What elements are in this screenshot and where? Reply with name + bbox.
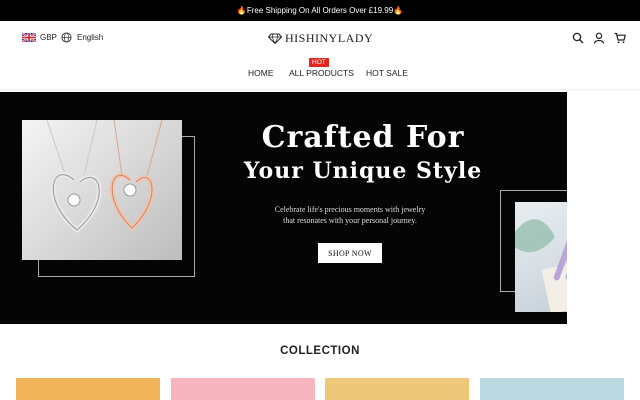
account-icon[interactable] bbox=[593, 31, 605, 44]
collection-tile[interactable] bbox=[16, 378, 160, 400]
banner-headline: Crafted For Your Unique Style bbox=[218, 120, 508, 186]
main-navigation: HOT HOME ALL PRODUCTS HOT SALE bbox=[0, 58, 640, 90]
nav-home[interactable]: HOME bbox=[248, 68, 274, 78]
header: GBP English HISHINYLADY bbox=[0, 21, 640, 56]
announcement-text: Free Shipping On All Orders Over £19.99 bbox=[246, 6, 394, 15]
announcement-bar: 🔥 Free Shipping On All Orders Over £19.9… bbox=[0, 0, 640, 21]
currency-selector[interactable]: GBP bbox=[22, 33, 57, 42]
logo-text: HISHINYLADY bbox=[285, 31, 374, 45]
subtext-line-1: Celebrate life's precious moments with j… bbox=[274, 205, 426, 214]
diamond-icon bbox=[268, 33, 282, 44]
language-label: English bbox=[77, 33, 104, 42]
collection-tile[interactable] bbox=[171, 378, 315, 400]
cart-icon[interactable] bbox=[614, 31, 626, 44]
hot-badge: HOT bbox=[309, 58, 329, 67]
fire-icon: 🔥 bbox=[236, 6, 247, 15]
headline-line-2: Your Unique Style bbox=[243, 158, 483, 184]
pens-product-image bbox=[515, 202, 567, 312]
search-icon[interactable] bbox=[572, 31, 584, 44]
site-logo[interactable]: HISHINYLADY bbox=[268, 31, 373, 46]
shop-now-button[interactable]: SHOP NOW bbox=[318, 243, 382, 263]
globe-icon bbox=[61, 32, 72, 43]
collection-tile[interactable] bbox=[480, 378, 624, 400]
fire-icon: 🔥 bbox=[393, 6, 404, 15]
headline-line-1: Crafted For bbox=[261, 120, 465, 155]
uk-flag-icon bbox=[22, 33, 36, 42]
nav-hot-sale[interactable]: HOT SALE bbox=[366, 68, 408, 78]
necklace-product-image bbox=[22, 120, 182, 260]
nav-all-products[interactable]: ALL PRODUCTS bbox=[289, 68, 354, 78]
language-selector[interactable]: English bbox=[61, 32, 103, 43]
collection-tile[interactable] bbox=[325, 378, 469, 400]
hero-banner[interactable]: Crafted For Your Unique Style Celebrate … bbox=[0, 92, 567, 324]
collection-grid bbox=[16, 378, 628, 400]
subtext-line-2: that resonates with your personal journe… bbox=[283, 216, 417, 225]
collection-title: COLLECTION bbox=[280, 345, 360, 357]
banner-side-gap bbox=[567, 92, 640, 324]
banner-subtext: Celebrate life's precious moments with j… bbox=[242, 204, 458, 226]
header-icons bbox=[572, 31, 626, 44]
currency-label: GBP bbox=[40, 33, 57, 42]
